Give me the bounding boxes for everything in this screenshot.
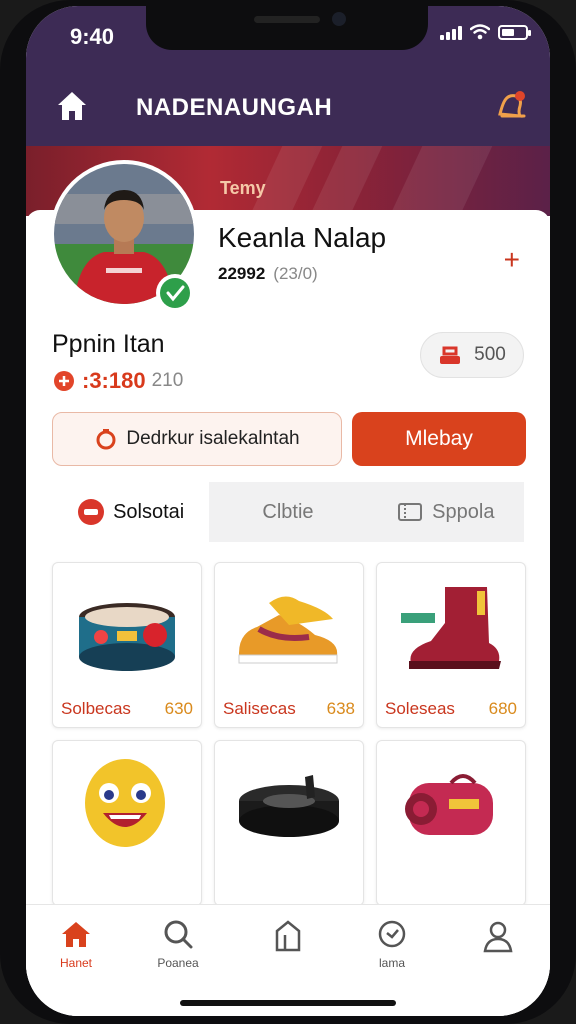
product-card[interactable]: Salisecas 638 bbox=[214, 562, 364, 728]
product-image bbox=[85, 759, 165, 847]
nav-label: lama bbox=[378, 956, 405, 970]
product-image bbox=[405, 774, 493, 835]
ticket-icon bbox=[398, 503, 423, 521]
product-image bbox=[238, 596, 338, 664]
coin-pill[interactable]: 500 bbox=[420, 332, 524, 378]
nav-label: Poanea bbox=[157, 956, 199, 970]
verified-badge bbox=[156, 274, 194, 312]
product-image bbox=[79, 603, 175, 671]
notch bbox=[146, 6, 428, 50]
points-row: :3:180 210 bbox=[52, 368, 183, 394]
profile-name: Keanla Nalap bbox=[218, 222, 387, 253]
product-card[interactable]: Soleseas 680 bbox=[376, 562, 526, 728]
tab-first[interactable]: Solsotai bbox=[52, 482, 210, 542]
stat-value: 22992 bbox=[218, 264, 266, 283]
app-title: NADENAUNGAH bbox=[136, 94, 333, 121]
check-icon bbox=[166, 285, 185, 302]
nav-home[interactable]: Hanet bbox=[36, 919, 116, 970]
secondary-action-label: Dedrkur isalekalntah bbox=[126, 428, 300, 449]
stat-sub: (23/0) bbox=[273, 264, 318, 283]
tag-icon bbox=[78, 499, 105, 525]
points-value: :3:180 bbox=[82, 368, 146, 393]
product-label: Salisecas bbox=[223, 699, 296, 718]
product-price: 630 bbox=[164, 699, 193, 718]
nav-search[interactable]: Poanea bbox=[138, 919, 218, 970]
product-price: 680 bbox=[488, 699, 517, 718]
profile-stats: 22992 (23/0) bbox=[218, 264, 318, 284]
notification-icon[interactable] bbox=[494, 86, 530, 126]
primary-action-button[interactable]: Mlebay bbox=[352, 412, 526, 466]
phone-frame: 9:40 NADENAUNGAH Temy Keanla Nalap 22992… bbox=[0, 0, 576, 1024]
tab-label: Clbtie bbox=[262, 500, 314, 523]
timer-icon bbox=[96, 429, 116, 450]
points-sub: 210 bbox=[151, 370, 184, 391]
secondary-action-button[interactable]: Dedrkur isalekalntah bbox=[52, 412, 342, 466]
battery-icon bbox=[498, 24, 531, 40]
home-indicator bbox=[180, 1000, 396, 1006]
add-button[interactable]: + bbox=[504, 246, 520, 274]
tab-label: Solsotai bbox=[113, 500, 185, 523]
tab-bar: Solsotai Clbtie Sppola bbox=[52, 482, 524, 542]
product-card[interactable] bbox=[376, 740, 526, 906]
tab-label: Sppola bbox=[432, 500, 495, 523]
product-label: Solbecas bbox=[61, 699, 131, 718]
product-price: 638 bbox=[326, 699, 355, 718]
signal-icon bbox=[440, 24, 462, 40]
wifi-icon bbox=[470, 24, 490, 40]
clock-icon bbox=[378, 920, 406, 948]
tab-third[interactable]: Sppola bbox=[366, 482, 524, 542]
product-card[interactable] bbox=[214, 740, 364, 906]
screen: 9:40 NADENAUNGAH Temy Keanla Nalap 22992… bbox=[26, 6, 550, 1016]
home-icon bbox=[62, 922, 90, 947]
wallet-icon bbox=[440, 346, 461, 364]
search-icon bbox=[164, 920, 193, 949]
nav-bag[interactable] bbox=[248, 919, 328, 960]
nav-profile[interactable] bbox=[458, 919, 538, 960]
tab-second[interactable]: Clbtie bbox=[209, 482, 367, 542]
nav-label: Hanet bbox=[59, 956, 93, 970]
primary-action-label: Mlebay bbox=[405, 427, 473, 450]
product-image bbox=[239, 775, 339, 837]
product-card[interactable]: Solbecas 630 bbox=[52, 562, 202, 728]
home-icon[interactable] bbox=[54, 88, 90, 124]
product-label: Soleseas bbox=[385, 699, 455, 718]
product-image bbox=[401, 587, 501, 669]
profile-icon bbox=[483, 921, 513, 953]
username: Ppnin Itan bbox=[52, 330, 165, 358]
points-icon bbox=[54, 371, 74, 391]
nav-activity[interactable]: lama bbox=[352, 919, 432, 970]
banner-tag: Temy bbox=[220, 178, 266, 198]
coin-value: 500 bbox=[474, 344, 506, 365]
status-time: 9:40 bbox=[70, 24, 115, 49]
product-card[interactable] bbox=[52, 740, 202, 906]
status-icons bbox=[440, 24, 531, 40]
bag-icon bbox=[275, 920, 301, 952]
